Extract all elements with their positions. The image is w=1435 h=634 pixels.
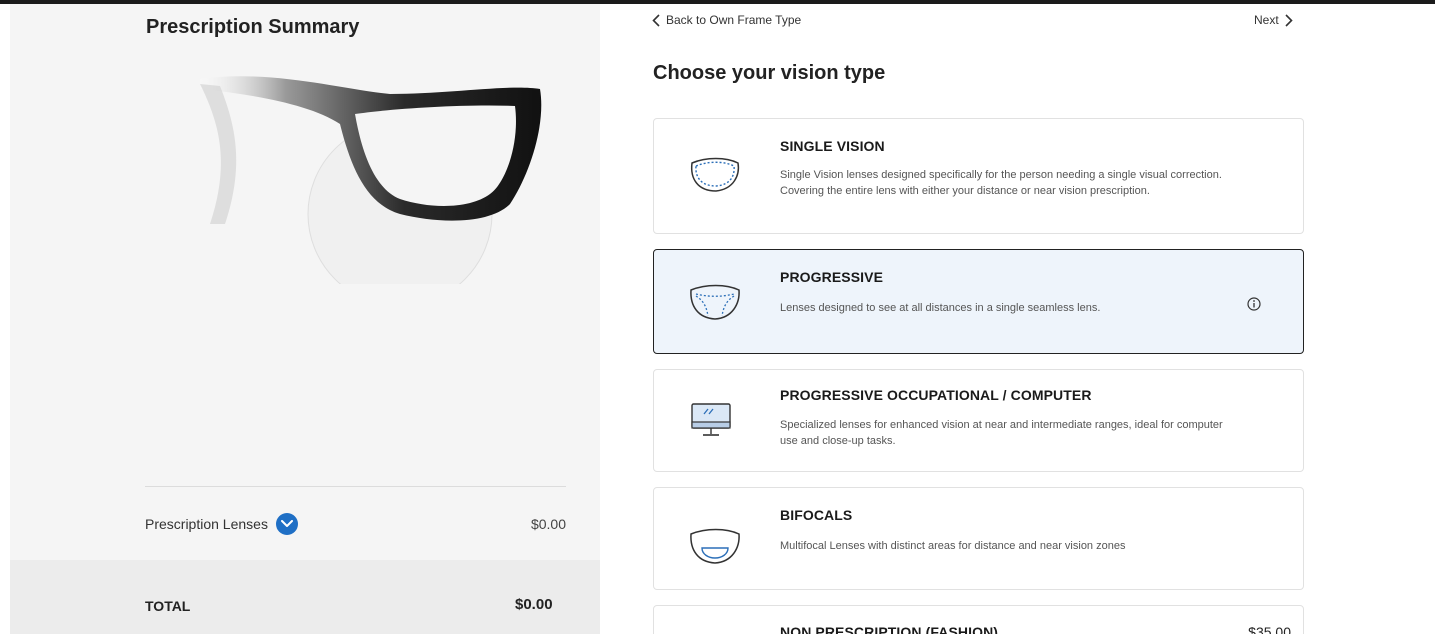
computer-monitor-icon (691, 403, 731, 436)
next-label: Next (1254, 13, 1279, 27)
option-description: Single Vision lenses designed specifical… (780, 169, 1222, 197)
chevron-left-icon (652, 13, 660, 27)
glasses-image (200, 76, 542, 284)
summary-divider (145, 486, 566, 487)
option-title: PROGRESSIVE OCCUPATIONAL / COMPUTER (780, 387, 1092, 403)
option-price: $35.00 (1248, 624, 1291, 634)
page-heading: Choose your vision type (653, 62, 886, 84)
progressive-lens-icon (690, 284, 740, 320)
total-value: $0.00 (515, 596, 553, 613)
option-bifocals[interactable]: BIFOCALS Multifocal Lenses with distinct… (653, 487, 1304, 590)
option-title: BIFOCALS (780, 507, 853, 523)
prescription-summary-panel: Prescription Summary Prescription Lenses… (10, 4, 600, 634)
back-label: Back to Own Frame Type (666, 13, 802, 27)
total-label: TOTAL (145, 598, 191, 614)
prescription-lenses-label: Prescription Lenses (145, 516, 268, 532)
option-title: NON PRESCRIPTION (FASHION) (780, 624, 999, 634)
option-title: SINGLE VISION (780, 138, 885, 154)
expand-chevron-icon[interactable] (275, 513, 298, 535)
option-title: PROGRESSIVE (780, 269, 884, 285)
option-progressive-occupational[interactable]: PROGRESSIVE OCCUPATIONAL / COMPUTER Spec… (653, 369, 1304, 472)
option-description: Lenses designed to see at all distances … (780, 302, 1101, 314)
summary-title: Prescription Summary (146, 16, 360, 38)
single-vision-lens-icon (690, 157, 740, 192)
chevron-right-icon (1285, 13, 1293, 27)
prescription-lenses-price: $0.00 (530, 516, 566, 532)
prescription-lenses-row: Prescription Lenses $0.00 (145, 510, 566, 538)
option-description: Multifocal Lenses with distinct areas fo… (780, 540, 1126, 552)
bifocal-lens-icon (690, 528, 740, 564)
option-single-vision[interactable]: SINGLE VISION Single Vision lenses desig… (653, 118, 1304, 234)
info-icon[interactable] (1247, 297, 1261, 311)
total-bar: TOTAL $0.00 (10, 560, 600, 634)
option-progressive[interactable]: PROGRESSIVE Lenses designed to see at al… (653, 249, 1304, 354)
option-description: Specialized lenses for enhanced vision a… (780, 419, 1223, 447)
option-non-prescription[interactable]: NON PRESCRIPTION (FASHION) $35.00 (653, 605, 1304, 634)
next-button[interactable]: Next (1254, 13, 1293, 27)
back-button[interactable]: Back to Own Frame Type (652, 13, 801, 27)
